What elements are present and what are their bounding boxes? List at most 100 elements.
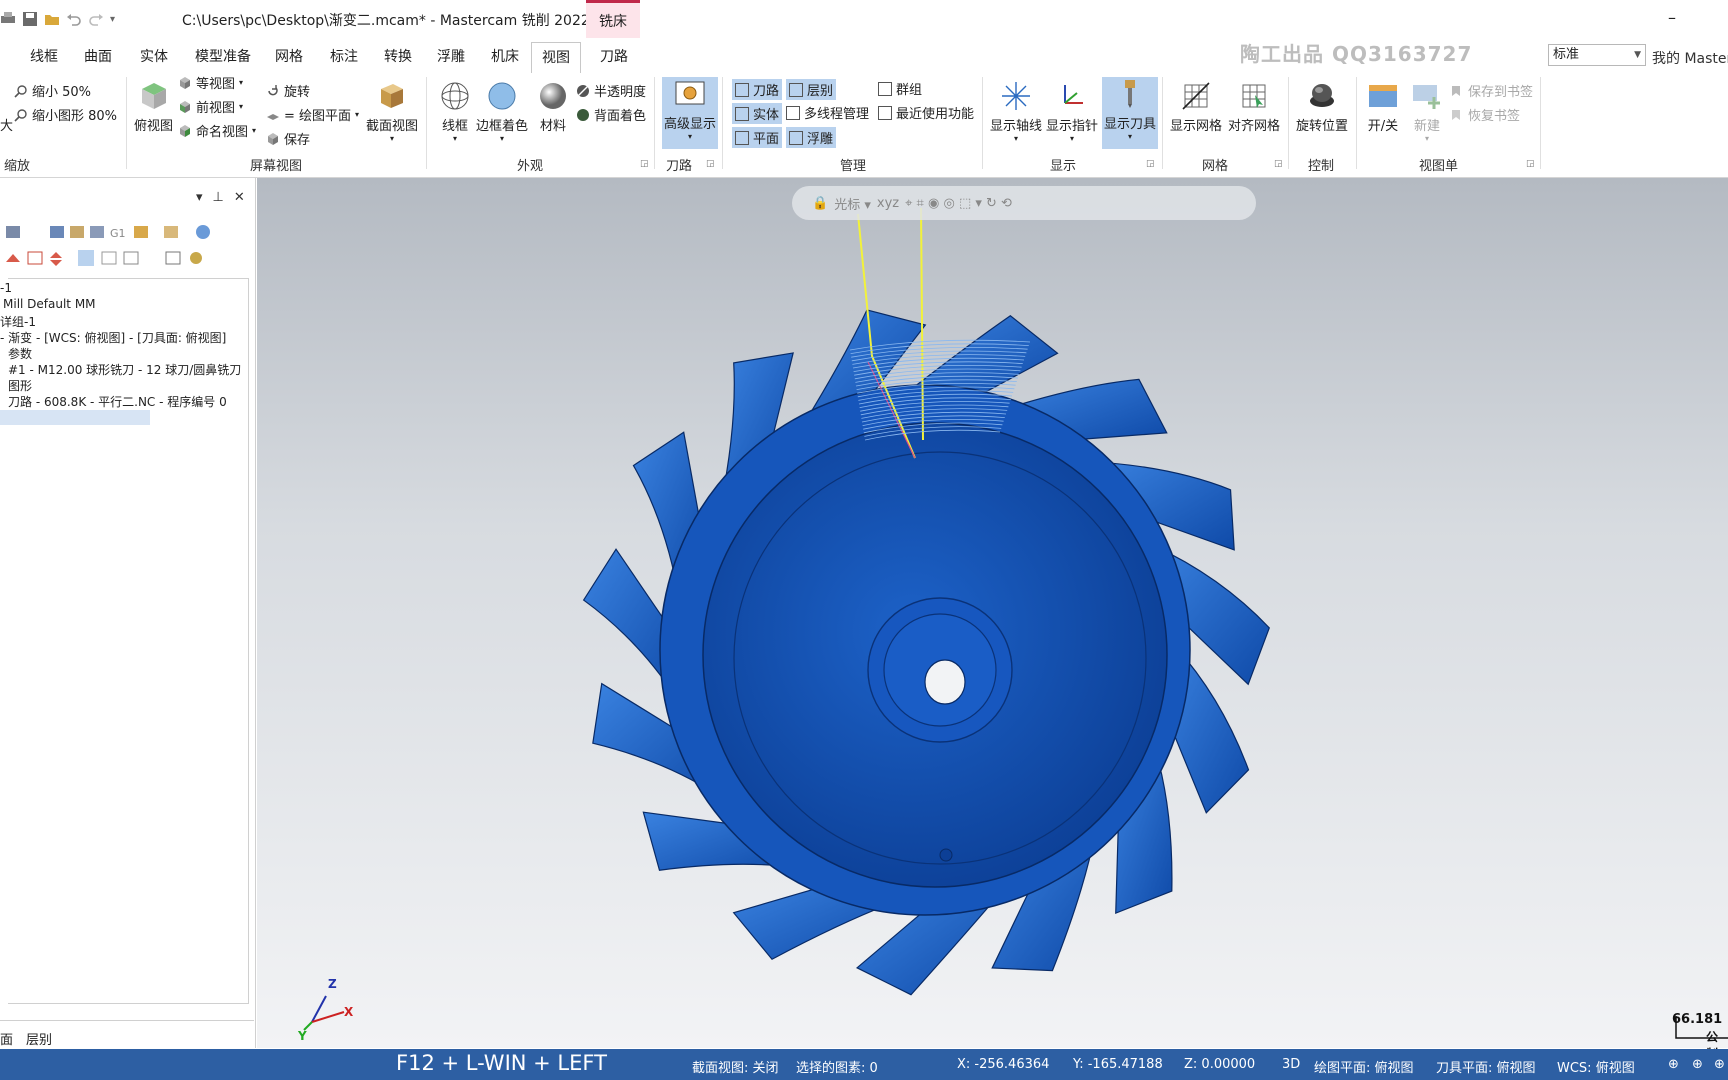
tree-item-geometry[interactable]: 图形 <box>8 377 32 394</box>
tab-solids[interactable]: 实体 <box>140 46 168 66</box>
xyz-input-icon[interactable]: xyz <box>877 196 899 211</box>
insert-arrow-icon[interactable] <box>27 251 43 265</box>
settings-icon[interactable] <box>190 252 202 264</box>
new-viewsheet-button[interactable]: 新建 ▾ <box>1410 79 1444 143</box>
show-gnomon-button[interactable]: 显示指针 ▾ <box>1046 79 1098 143</box>
toggle-display-icon[interactable] <box>78 250 94 266</box>
tree-item-toolpath-file[interactable]: 刀路 - 608.8K - 平行二.NC - 程序编号 0 <box>8 393 227 410</box>
tree-item-parameters[interactable]: 参数 <box>8 345 32 362</box>
translucency-button[interactable]: 半透明度 <box>576 81 646 100</box>
g1-icon[interactable]: G1 <box>110 227 126 240</box>
globe-icon[interactable]: ⊕ <box>1668 1057 1679 1072</box>
style-select[interactable]: 标准 ▼ <box>1548 44 1646 66</box>
print-icon[interactable] <box>0 11 16 27</box>
tree-item-toolpath-group[interactable]: 详组-1 <box>0 313 36 330</box>
tab-toolpaths[interactable]: 刀路 <box>600 46 628 66</box>
tab-mesh[interactable]: 网格 <box>275 46 303 66</box>
top-view-button[interactable]: 俯视图 <box>134 79 173 134</box>
redo-icon[interactable] <box>88 11 104 27</box>
sigma-icon[interactable] <box>165 251 181 265</box>
save-bookmark-button[interactable]: 保存到书签 <box>1450 81 1533 100</box>
tree-item-group[interactable]: -1 <box>0 281 12 295</box>
tab-levels[interactable]: 层别 <box>26 1029 52 1048</box>
dialog-launcher-icon[interactable]: ◲ <box>1274 159 1283 169</box>
iso-view-button[interactable]: 等视图 ▾ <box>178 73 243 92</box>
multithread-manager-toggle[interactable]: 多线程管理 <box>786 103 869 122</box>
qat-customize-icon[interactable]: ▾ <box>110 14 115 25</box>
viewsheet-toggle-button[interactable]: 开/关 <box>1366 79 1400 134</box>
plane-button[interactable]: = 绘图平面 ▾ <box>266 105 359 124</box>
minimize-button[interactable]: – <box>1668 8 1676 27</box>
highfeed-icon[interactable] <box>164 226 178 238</box>
backplot-icon[interactable] <box>90 226 104 238</box>
section-view-button[interactable]: 截面视图 ▾ <box>366 79 418 143</box>
snap-grid-button[interactable]: 对齐网格 <box>1228 79 1280 134</box>
dialog-launcher-icon[interactable]: ◲ <box>640 159 649 169</box>
lock-icon[interactable]: 🔒 <box>812 196 828 211</box>
panel-menu-icon[interactable]: ▾ <box>196 190 203 205</box>
undo-icon[interactable] <box>66 11 82 27</box>
mode-3d-toggle[interactable]: 3D <box>1282 1057 1300 1072</box>
draw-plane-status[interactable]: 绘图平面: 俯视图 <box>1314 1057 1414 1076</box>
cursor-dropdown[interactable]: 光标 ▾ <box>834 194 871 213</box>
save-icon[interactable] <box>22 11 38 27</box>
snap-tools-icon[interactable]: ⌖ ⌗ ◉ ◎ ⬚ ▾ ↻ ⟲ <box>905 196 1012 211</box>
help-icon[interactable] <box>196 225 210 239</box>
rotate-button[interactable]: 旋转 <box>266 81 310 100</box>
context-tab-mill[interactable]: 铣床 <box>586 0 640 38</box>
tab-machine[interactable]: 机床 <box>491 46 519 66</box>
wcs-status[interactable]: WCS: 俯视图 <box>1557 1057 1635 1076</box>
open-folder-icon[interactable] <box>44 11 60 27</box>
tool-plane-status[interactable]: 刀具平面: 俯视图 <box>1436 1057 1536 1076</box>
save-view-button[interactable]: 保存 <box>266 129 310 148</box>
show-grid-button[interactable]: 显示网格 <box>1170 79 1222 134</box>
pin-icon[interactable]: ⊥ <box>213 190 224 205</box>
recent-functions-toggle[interactable]: 最近使用功能 <box>878 103 974 122</box>
globe-view-icon[interactable]: ⊕ <box>1692 1057 1703 1072</box>
dialog-launcher-icon[interactable]: ◲ <box>1526 159 1535 169</box>
tab-relief[interactable]: 浮雕 <box>437 46 465 66</box>
tab-transform[interactable]: 转换 <box>384 46 412 66</box>
toggle-lock-icon[interactable] <box>101 251 117 265</box>
solids-manager-toggle[interactable]: 实体 <box>732 103 783 124</box>
regen-dirty-icon[interactable] <box>70 226 84 238</box>
tree-item-machine[interactable]: Mill Default MM <box>3 297 96 311</box>
toggle-post-icon[interactable] <box>123 251 139 265</box>
levels-manager-toggle[interactable]: 层别 <box>786 79 837 100</box>
tab-surfaces[interactable]: 曲面 <box>84 46 112 66</box>
front-view-button[interactable]: 前视图 ▾ <box>178 97 243 116</box>
z-coordinate[interactable]: Z: 0.00000 <box>1184 1057 1255 1072</box>
groups-manager-toggle[interactable]: 群组 <box>878 79 922 98</box>
move-up-icon[interactable] <box>6 254 20 262</box>
shrink-figure-button[interactable]: 缩小图形 80% <box>14 105 117 124</box>
tree-item-operation[interactable]: - 渐变 - [WCS: 俯视图] - [刀具面: 俯视图] <box>0 329 226 346</box>
graphics-viewport[interactable]: Z X Y <box>257 178 1728 1048</box>
tree-item-tool[interactable]: #1 - M12.00 球形铣刀 - 12 球刀/圆鼻铣刀 <box>8 361 241 378</box>
tab-wireframe[interactable]: 线框 <box>30 46 58 66</box>
close-icon[interactable]: ✕ <box>234 190 245 205</box>
impeller-model[interactable]: Z X Y <box>257 178 1728 1048</box>
tab-dimension[interactable]: 标注 <box>330 46 358 66</box>
tab-model-prep[interactable]: 模型准备 <box>195 46 251 66</box>
move-down-icon[interactable] <box>50 252 62 266</box>
y-coordinate[interactable]: Y: -165.47188 <box>1073 1057 1163 1072</box>
my-mastercam-link[interactable]: 我的 Mastercam <box>1652 48 1728 68</box>
x-coordinate[interactable]: X: -256.46364 <box>957 1057 1049 1072</box>
material-button[interactable]: 材料 <box>536 79 570 134</box>
back-color-button[interactable]: 背面着色 <box>576 105 646 124</box>
edge-shade-button[interactable]: 边框着色 ▾ <box>476 79 528 143</box>
section-view-status[interactable]: 截面视图: 关闭 <box>692 1057 779 1076</box>
show-axes-button[interactable]: 显示轴线 ▾ <box>990 79 1042 143</box>
tab-view[interactable]: 视图 <box>531 42 581 73</box>
toolpaths-manager-toggle[interactable]: 刀路 <box>732 79 783 100</box>
post-icon[interactable] <box>134 226 148 238</box>
shrink-50-button[interactable]: 缩小 50% <box>14 81 91 100</box>
dialog-launcher-icon[interactable]: ◲ <box>706 159 715 169</box>
show-tool-button[interactable]: 显示刀具 ▾ <box>1102 77 1159 149</box>
advanced-display-button[interactable]: 高级显示 ▾ <box>662 77 719 149</box>
tab-planes[interactable]: 面 <box>0 1029 13 1048</box>
globe-settings-icon[interactable]: ⊕ <box>1714 1057 1725 1072</box>
zoom-cut-label[interactable]: 大 <box>0 115 13 134</box>
named-view-button[interactable]: 命名视图 ▾ <box>178 121 256 140</box>
dialog-launcher-icon[interactable]: ◲ <box>1146 159 1155 169</box>
